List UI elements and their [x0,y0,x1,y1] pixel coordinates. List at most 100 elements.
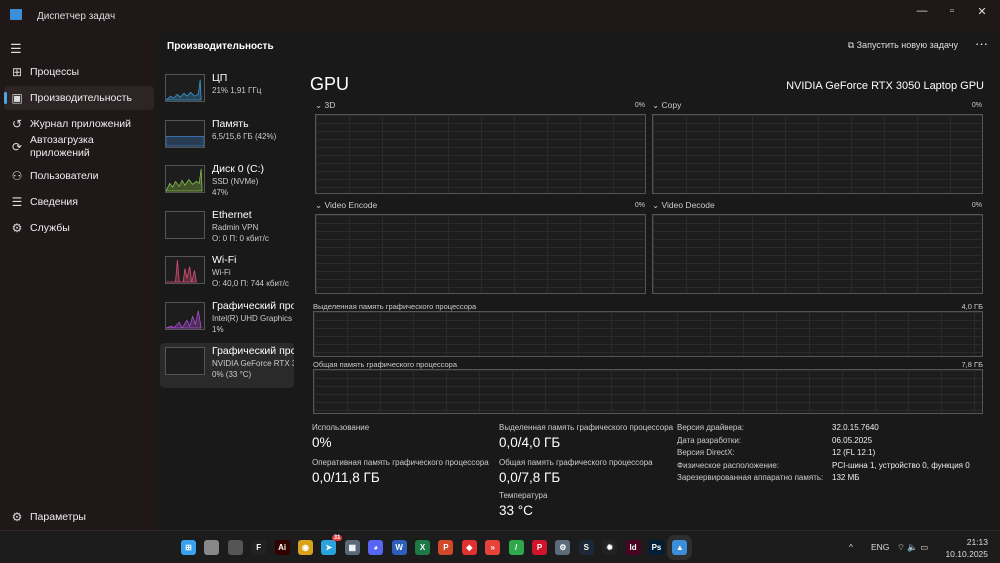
resource-title: Диск 0 (C:) [212,163,264,175]
maximize-button[interactable]: ▫ [942,5,962,17]
telegram-taskbar-icon[interactable]: ➤ 31 [321,535,343,555]
run-new-task-button[interactable]: ⧉ Запустить новую задачу [848,40,958,51]
illustrator-taskbar-icon[interactable]: Ai [274,540,290,555]
settings-taskbar-icon[interactable]: ⚙ [555,540,571,555]
resource-subtitle: Radmin VPN [212,222,259,232]
sidebar-item-users[interactable]: ⚇ Пользователи [4,164,154,188]
info-key: Физическое расположение: [677,460,779,470]
minimize-button[interactable]: — [912,5,932,17]
run-new-task-label: Запустить новую задачу [856,40,958,50]
engine-label[interactable]: ⌄ Video Encode [315,200,377,211]
sidebar: ☰ ⊞ Процессы ▣ Производительность ↺ Журнал пр… [0,32,157,530]
app-green-taskbar-icon[interactable]: / [508,540,524,555]
info-value: 06.05.2025 [832,435,873,445]
pen-taskbar-icon[interactable] [227,540,243,555]
sidebar-item-processes[interactable]: ⊞ Процессы [4,60,154,84]
hamburger-menu-icon[interactable]: ☰ [10,41,22,57]
figma-taskbar-icon[interactable]: F [251,540,267,555]
sidebar-item-label: Производительность [30,92,132,104]
excel-taskbar-icon[interactable]: X [415,540,430,555]
indesign-taskbar-icon[interactable]: Id [625,540,641,555]
engine-label[interactable]: ⌄ Video Decode [652,200,715,211]
window-title: Диспетчер задач [37,11,116,22]
word-taskbar-icon[interactable]: W [391,540,407,555]
chrome-taskbar-icon[interactable]: ◉ [298,540,313,555]
engine-name: Video Decode [661,200,715,210]
resource-detail: О: 40,0 П: 744 кбит/с [212,279,289,288]
resource-item-1[interactable]: Память 6,5/15,6 ГБ (42%) [160,116,294,161]
sidebar-item-details[interactable]: ☰ Сведения [4,190,154,214]
sidebar-item-services[interactable]: ⚙ Службы [4,216,154,240]
sidebar-item-performance[interactable]: ▣ Производительность [4,86,154,110]
resource-detail: О: 0 П: 0 кбит/с [212,233,269,243]
discord-taskbar-icon[interactable]: ◕ [368,540,384,555]
task-manager-taskbar-icon[interactable]: ▲ [672,540,688,555]
app-sun-taskbar-icon[interactable]: ✹ [602,540,618,555]
temperature-value: 33 °C [499,503,533,518]
sidebar-item-label: Процессы [30,66,80,78]
photoshop-taskbar-icon[interactable]: Ps [649,540,664,555]
sidebar-item-settings[interactable]: ⚙ Параметры [4,505,154,529]
shared-memory-label: Общая память графического процессора [313,360,458,369]
engine-name: Copy [661,100,682,110]
resource-item-0[interactable]: ЦП 21% 1,91 ГГц [160,70,294,115]
engine-label[interactable]: ⌄ 3D [315,100,335,111]
resource-item-4[interactable]: Wi-Fi Wi-Fi О: 40,0 П: 744 кбит/с [160,252,294,297]
startup-icon: ⟳ [11,140,23,154]
resource-detail: 1% [212,324,224,334]
resource-sparkline [165,119,205,148]
resource-title: Графический процессор 0 [212,299,294,312]
powerpoint-taskbar-icon[interactable]: P [438,540,454,555]
engine-graph [315,214,646,294]
resource-title: Wi-Fi [212,254,237,266]
more-options-button[interactable]: ··· [975,36,988,51]
resource-item-2[interactable]: Диск 0 (C:) SSD (NVMe) 47% [160,161,294,206]
start-taskbar-icon[interactable]: ⊞ [181,540,196,555]
info-key: Версия DirectX: [677,448,735,457]
resource-title: Графический процессор 1 [212,345,294,357]
resource-item-5[interactable]: Графический процессор 0Intel(R) UHD Grap… [160,298,294,343]
resource-subtitle: SSD (NVMe) [212,177,259,186]
usage-value: 0% [312,435,332,450]
history-icon: ↺ [11,117,23,131]
gpu-title: GPU [310,74,350,94]
info-key: Версия драйвера: [677,423,745,432]
sidebar-item-label: Пользователи [30,170,99,182]
dedicated-memory-stat-value: 0,0/4,0 ГБ [499,435,561,450]
telegram-badge: 31 [331,535,343,541]
dedicated-memory-stat-label: Выделенная память графического процессор… [499,423,674,432]
pinterest-taskbar-icon[interactable]: P [532,540,547,555]
sidebar-item-label: Сведения [30,196,78,208]
close-button[interactable]: ✕ [972,5,992,18]
resource-title: ЦП [212,72,228,84]
steam-taskbar-icon[interactable]: S [578,540,594,555]
resource-sparkline [165,256,205,284]
info-key: Зарезервированная аппаратно память: [677,473,824,482]
shared-memory-graph [313,369,983,414]
resource-item-3[interactable]: Ethernet Radmin VPN О: 0 П: 0 кбит/с [160,207,294,252]
engine-graph [652,214,983,294]
sidebar-item-label: Службы [30,222,70,234]
calculator-taskbar-icon[interactable]: ▦ [344,540,360,555]
resource-sparkline [165,347,205,375]
resource-sparkline [165,165,205,193]
engine-percent: 0% [971,102,982,109]
task-manager-icon [10,9,22,20]
anydesk-taskbar-icon[interactable]: ◆ [461,540,477,555]
language-indicator[interactable]: ENG [871,542,889,552]
clock[interactable]: 21:13 10.10.2025 [945,536,988,560]
network-volume-battery-icons[interactable]: ⌔ 🔈 ▭ [897,542,928,553]
resource-item-6[interactable]: Графический процессор 1 NVIDIA GeForce RT… [160,343,294,388]
resource-sparkline [165,74,205,102]
title-bar: Диспетчер задач — ▫ ✕ [0,0,1000,32]
resource-detail: 47% [212,188,229,197]
usage-label: Использование [312,423,370,432]
shared-memory-stat-label: Общая память графического процессора [499,458,653,467]
tray-chevron-button[interactable]: ^ [849,542,853,552]
sidebar-item-startup[interactable]: ⟳ Автозагрузка приложений [4,132,154,162]
engine-name: 3D [324,100,336,110]
engine-label[interactable]: ⌄ Copy [652,100,681,111]
task-view-taskbar-icon[interactable] [204,540,220,555]
page-title: Производительность [167,41,274,52]
app-red-taskbar-icon[interactable]: » [485,540,501,555]
